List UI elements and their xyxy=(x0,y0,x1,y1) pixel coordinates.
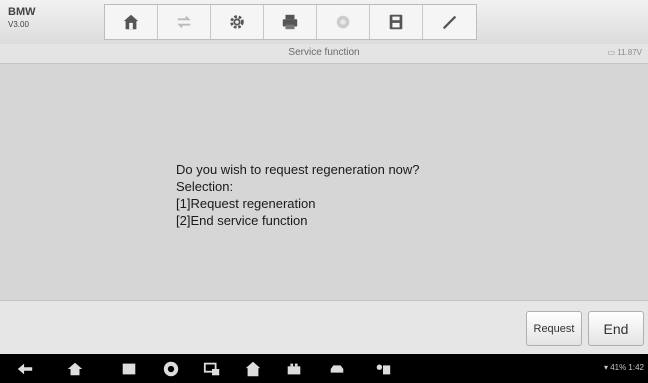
home-button[interactable] xyxy=(105,5,158,39)
screen-icon[interactable] xyxy=(203,360,221,378)
action-bar: Request End xyxy=(0,300,648,355)
pen-icon xyxy=(442,15,456,30)
vehicle-swap-icon xyxy=(177,15,191,29)
android-nav-bar: ▾ 41% 1:42 xyxy=(0,354,648,383)
battery-icon: ▭ xyxy=(607,48,615,57)
chrome-icon[interactable] xyxy=(162,360,180,378)
system-status-value: 41% 1:42 xyxy=(610,363,644,372)
save-icon xyxy=(389,14,403,30)
save-button[interactable] xyxy=(370,5,423,39)
gear-icon xyxy=(230,15,244,29)
page-title: Service function xyxy=(288,47,360,58)
service-icon[interactable] xyxy=(374,360,392,378)
wifi-icon: ▾ xyxy=(603,363,608,372)
toolbar-buttons xyxy=(104,4,477,40)
vehicle-info: BMW V3.00 xyxy=(8,6,36,29)
message-line: Do you wish to request regeneration now? xyxy=(176,162,420,177)
battery-voltage-value: 11.87V xyxy=(617,48,642,57)
settings-button[interactable] xyxy=(211,5,264,39)
message-line: [1]Request regeneration xyxy=(176,196,316,211)
request-button[interactable]: Request xyxy=(526,311,582,346)
message-line: Selection: xyxy=(176,179,234,194)
printer-icon xyxy=(282,14,298,30)
vehicle-swap-button[interactable] xyxy=(158,5,211,39)
message-text: Do you wish to request regeneration now?… xyxy=(176,161,420,229)
help-button[interactable] xyxy=(317,5,370,39)
title-bar: Service function ▭ 11.87V xyxy=(0,44,648,64)
print-button[interactable] xyxy=(264,5,317,39)
battery-voltage: ▭ 11.87V xyxy=(607,48,642,57)
vehicle-make: BMW xyxy=(8,6,36,18)
home-icon xyxy=(123,14,139,30)
help-icon xyxy=(336,15,350,29)
end-button[interactable]: End xyxy=(588,311,644,346)
vehicle-version: V3.00 xyxy=(8,20,29,29)
content-area: Do you wish to request regeneration now?… xyxy=(0,64,648,300)
back-icon[interactable] xyxy=(16,360,34,378)
car-icon[interactable] xyxy=(328,360,346,378)
top-toolbar: BMW V3.00 xyxy=(0,0,648,45)
system-status: ▾ 41% 1:42 xyxy=(604,363,644,372)
home-app-icon[interactable] xyxy=(244,360,262,378)
home-nav-icon[interactable] xyxy=(66,360,84,378)
recent-apps-icon[interactable] xyxy=(120,360,138,378)
edit-button[interactable] xyxy=(423,5,476,39)
diagnostic-icon[interactable] xyxy=(285,360,303,378)
message-line: [2]End service function xyxy=(176,213,308,228)
